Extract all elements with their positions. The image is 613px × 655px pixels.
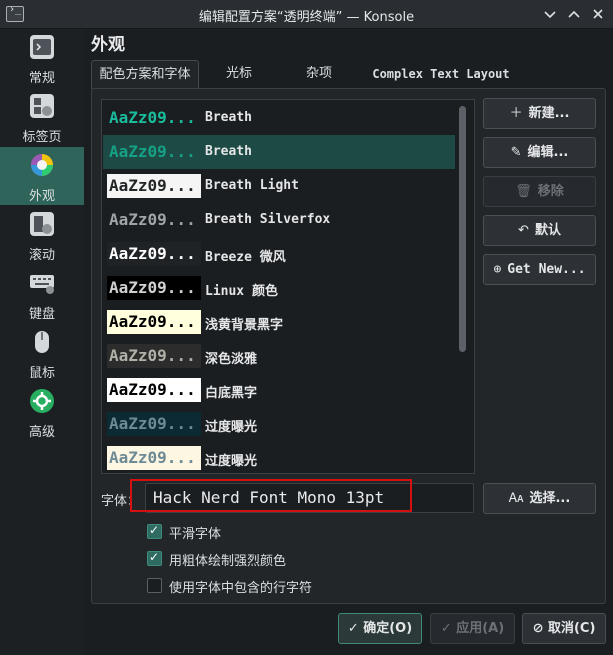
bold-intense-checkbox[interactable] [147,550,162,566]
sidebar-item-label: 标签页 [22,130,62,145]
gear-icon [30,389,54,413]
list-item[interactable]: AaZz09... 深色淡雅 [103,339,455,373]
plus-icon: ＋ [509,106,523,121]
list-item[interactable]: AaZz09... Breeze 微风 [103,237,455,271]
scheme-name: Breath [205,144,252,159]
title-bar: 编辑配置方案“透明终端” — Konsole [0,0,613,29]
default-button[interactable]: ↶ 默认 [483,215,596,246]
tab-cursor[interactable]: 光标 [201,60,277,88]
undo-icon: ↶ [518,223,529,238]
sidebar-item-tabs[interactable]: 标签页 [0,88,84,146]
list-item[interactable]: AaZz09... Breath [103,101,455,135]
maximize-button[interactable] [564,4,584,24]
sidebar-item-advanced[interactable]: 高级 [0,383,84,441]
sidebar-item-keyboard[interactable]: 键盘 [0,265,84,323]
sidebar-item-label: 鼠标 [28,366,55,381]
list-item-selected[interactable]: AaZz09... Breath [103,135,455,169]
scheme-preview: AaZz09... [107,208,201,232]
list-item[interactable]: AaZz09... 浅黄背景黑字 [103,305,455,339]
checkbox-label: 使用字体中包含的行字符 [169,581,313,596]
scheme-name: 过度曝光 [205,420,258,435]
sidebar: 常规 标签页 外观 滚动 键盘 鼠标 高级 [0,29,84,655]
sidebar-item-label: 外观 [28,189,55,204]
sidebar-item-mouse[interactable]: 鼠标 [0,324,84,382]
list-item[interactable]: AaZz09... Linux 颜色 [103,271,455,305]
scheme-name: Breeze 微风 [205,250,286,265]
scheme-preview: AaZz09... [107,276,201,300]
close-button[interactable] [588,4,608,24]
scheme-name: Breath Silverfox [205,212,331,227]
check-icon: ✓ [347,621,364,636]
new-button[interactable]: ＋新建... [483,98,596,129]
list-item[interactable]: AaZz09... Breath Silverfox [103,203,455,237]
tab-complex-text-layout[interactable]: Complex Text Layout [361,60,521,88]
sidebar-item-label: 键盘 [28,307,55,322]
sidebar-item-scrolling[interactable]: 滚动 [0,206,84,264]
scheme-preview: AaZz09... [107,310,201,334]
ok-button[interactable]: ✓ 确定(O) [338,613,422,644]
scheme-preview: AaZz09... [107,174,201,198]
minimize-button[interactable] [540,4,560,24]
cancel-icon: ⊘ [532,621,548,636]
trash-icon: 🗑 [515,184,532,199]
sidebar-item-general[interactable]: 常规 [0,29,84,87]
chevron-down-icon [544,11,556,19]
palette-icon [30,153,54,177]
cancel-button[interactable]: ⊘ 取消(C) [522,613,606,644]
scrollbar-thumb[interactable] [459,106,466,352]
check-icon: ✓ [440,621,457,636]
edit-button[interactable]: ✎ 编辑... [483,137,596,168]
window-title: 编辑配置方案“透明终端” — Konsole [198,10,415,25]
apply-button[interactable]: ✓ 应用(A) [430,613,515,644]
sidebar-item-appearance[interactable]: 外观 [0,147,84,205]
scheme-name: Breath [205,110,252,125]
remove-button[interactable]: 🗑 移除 [483,176,596,207]
page-title: 外观 [91,35,125,55]
chevron-up-icon [568,10,580,18]
font-field[interactable]: Hack Nerd Font Mono 13pt [145,483,474,513]
sidebar-item-label: 常规 [28,71,55,86]
scheme-preview: AaZz09... [107,242,201,266]
select-font-button[interactable]: 🗛 选择... [483,483,596,514]
color-scheme-list[interactable]: AaZz09... Breath AaZz09... Breath AaZz09… [101,99,475,474]
scheme-name: 过度曝光 [205,454,258,469]
scroll-icon [30,212,54,236]
close-icon [593,9,603,19]
line-chars-checkbox[interactable] [147,578,162,593]
pencil-icon: ✎ [510,145,522,160]
scheme-preview: AaZz09... [107,140,201,164]
sidebar-item-label: 滚动 [28,248,55,263]
list-item[interactable]: AaZz09... 过度曝光 [103,441,455,473]
scheme-preview: AaZz09... [107,344,201,368]
mouse-icon [30,330,54,354]
scheme-name: Linux 颜色 [205,284,278,299]
get-new-button[interactable]: ⊕ Get New... [483,254,596,285]
scheme-preview: AaZz09... [107,106,201,130]
scheme-preview: AaZz09... [107,446,201,470]
scheme-name: Breath Light [205,178,299,193]
keyboard-icon [30,271,54,295]
font-label: 字体： [101,494,141,509]
scheme-name: 浅黄背景黑字 [205,318,284,333]
sidebar-item-label: 高级 [28,425,55,440]
list-item[interactable]: AaZz09... 过度曝光 [103,407,455,441]
terminal-icon [30,35,54,59]
tabs-icon [30,94,54,118]
scheme-preview: AaZz09... [107,378,201,402]
scheme-preview: AaZz09... [107,412,201,436]
tab-misc[interactable]: 杂项 [279,60,359,88]
list-item[interactable]: AaZz09... 白底黑字 [103,373,455,407]
font-icon: 🗛 [508,491,524,506]
scheme-name: 深色淡雅 [205,352,258,367]
checkbox-label: 用粗体绘制强烈颜色 [169,554,287,569]
tab-color-scheme-font[interactable]: 配色方案和字体 [91,60,199,89]
list-item[interactable]: AaZz09... Breath Light [103,169,455,203]
download-icon: ⊕ [493,262,502,277]
scheme-name: 白底黑字 [205,386,258,401]
smooth-fonts-checkbox[interactable] [147,523,162,539]
checkbox-label: 平滑字体 [169,527,222,542]
